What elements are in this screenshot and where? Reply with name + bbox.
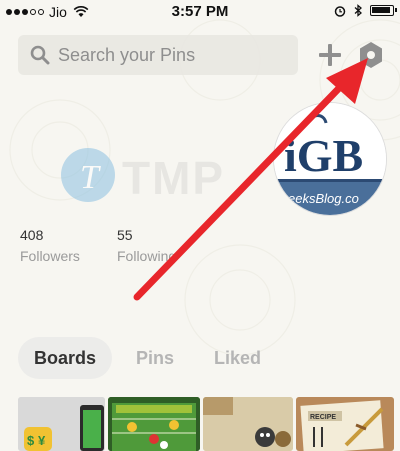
status-bar: Jio 3:57 PM [0, 0, 400, 24]
board-thumbnail[interactable]: RECIPE [296, 397, 394, 451]
board-thumbnail[interactable] [203, 397, 293, 451]
search-icon [30, 45, 50, 65]
svg-text:¥: ¥ [38, 433, 46, 448]
avatar-logo-text: iGB [284, 130, 363, 181]
following-stat[interactable]: 55 Following [117, 227, 176, 264]
board-thumbnail-image: RECIPE [296, 397, 394, 451]
alarm-icon [334, 5, 346, 17]
search-bar[interactable] [18, 35, 298, 75]
followers-label: Followers [20, 248, 80, 264]
hexagon-settings-icon [360, 42, 382, 68]
avatar: iGB eeksBlog.co [274, 103, 386, 215]
bluetooth-icon [354, 4, 362, 17]
battery-icon [370, 5, 397, 16]
board-thumbnail-image: $ ¥ [18, 397, 105, 451]
following-label: Following [117, 248, 177, 264]
svg-text:$: $ [27, 433, 35, 448]
tab-liked[interactable]: Liked [198, 337, 277, 379]
svg-text:T: T [80, 159, 101, 196]
search-input[interactable] [58, 44, 288, 66]
settings-button[interactable] [358, 40, 384, 70]
profile-photo[interactable]: iGB eeksBlog.co [274, 103, 386, 215]
board-thumbnail-image [108, 397, 200, 451]
followers-count: 408 [20, 227, 44, 243]
profile-tabs: Boards Pins Liked [18, 337, 285, 379]
tab-pins[interactable]: Pins [120, 337, 190, 379]
avatar-site-text: eeksBlog.co [288, 191, 359, 206]
watermark-logo: T TMP [61, 148, 225, 204]
boards-grid: $ ¥ RECIPE [18, 397, 400, 451]
watermark-text: TMP [122, 152, 225, 204]
board-thumbnail[interactable] [108, 397, 200, 451]
recipe-label: RECIPE [310, 414, 336, 421]
board-thumbnail[interactable]: $ ¥ [18, 397, 105, 451]
board-thumbnail-image [203, 397, 293, 451]
followers-stat[interactable]: 408 Followers [20, 227, 80, 264]
tab-boards[interactable]: Boards [18, 337, 113, 379]
following-count: 55 [117, 227, 133, 243]
plus-icon[interactable] [316, 38, 344, 72]
